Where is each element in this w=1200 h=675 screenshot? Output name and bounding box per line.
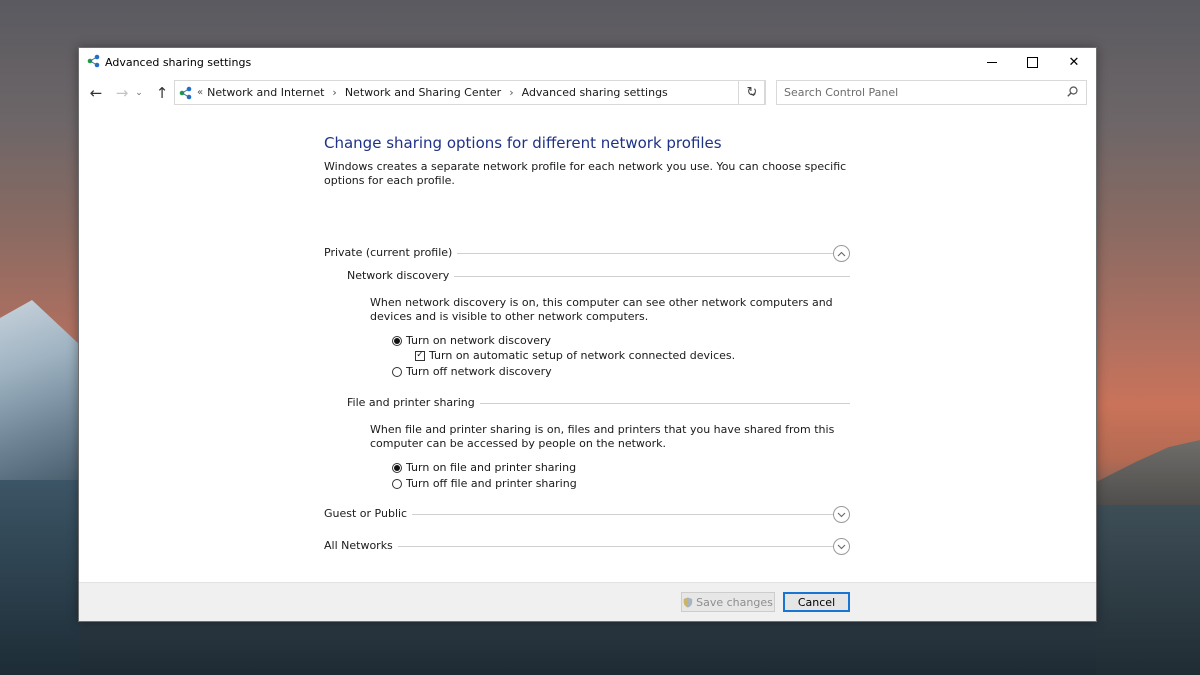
expand-guest-public-button[interactable] [833, 506, 850, 523]
breadcrumb-overflow-icon[interactable]: « [197, 87, 203, 98]
section-private-label[interactable]: Private (current profile) [324, 246, 458, 259]
radio-turn-off-network-discovery[interactable]: Turn off network discovery [392, 365, 552, 378]
refresh-button[interactable]: ↻ [738, 80, 766, 105]
section-divider [324, 546, 833, 547]
close-button[interactable]: ✕ [1054, 48, 1094, 76]
collapse-private-button[interactable] [833, 245, 850, 262]
radio-turn-on-network-discovery[interactable]: Turn on network discovery [392, 334, 551, 347]
wallpaper-water-left [0, 480, 80, 675]
up-button[interactable]: ↑ [152, 83, 172, 103]
cancel-label[interactable]: Cancel [798, 596, 835, 609]
back-button[interactable]: ← [86, 83, 106, 103]
radio-unselected-icon[interactable] [392, 478, 402, 489]
radio-label[interactable]: Turn off file and printer sharing [406, 477, 577, 490]
refresh-icon: ↻ [746, 85, 758, 100]
section-private[interactable]: Private (current profile) [324, 245, 854, 264]
arrow-right-icon: → [115, 84, 129, 102]
breadcrumb-advanced-sharing-settings[interactable]: Advanced sharing settings [522, 86, 668, 99]
address-bar[interactable]: « Network and Internet › Network and Sha… [174, 80, 765, 105]
search-input[interactable] [776, 80, 1087, 105]
arrow-left-icon: ← [89, 84, 103, 102]
radio-unselected-icon[interactable] [392, 366, 402, 377]
radio-turn-on-file-printer-sharing[interactable]: Turn on file and printer sharing [392, 461, 576, 474]
recent-locations-button[interactable]: ⌄ [133, 83, 145, 103]
expand-all-networks-button[interactable] [833, 538, 850, 555]
subsection-network-discovery: Network discovery [347, 269, 850, 285]
save-changes-label[interactable]: Save changes [696, 596, 773, 609]
section-all-networks[interactable]: All Networks [324, 538, 854, 557]
intro-text: Windows creates a separate network profi… [324, 160, 847, 187]
forward-button[interactable]: → [112, 83, 132, 103]
chevron-down-icon: ⌄ [135, 88, 143, 98]
chevron-up-icon [837, 251, 846, 256]
file-printer-sharing-description: When file and printer sharing is on, fil… [370, 423, 835, 450]
radio-label[interactable]: Turn on network discovery [406, 334, 551, 347]
file-printer-sharing-heading: File and printer sharing [347, 396, 480, 409]
radio-turn-off-file-printer-sharing[interactable]: Turn off file and printer sharing [392, 477, 577, 490]
chevron-down-icon [837, 512, 846, 517]
breadcrumb-separator-icon[interactable]: › [509, 86, 513, 99]
checkbox-label[interactable]: Turn on automatic setup of network conne… [429, 349, 735, 362]
cancel-button[interactable]: Cancel [783, 592, 850, 612]
wallpaper-water-right [1096, 505, 1200, 675]
checkbox-automatic-setup[interactable]: ✓ Turn on automatic setup of network con… [415, 349, 735, 362]
radio-selected-icon[interactable] [392, 335, 402, 346]
network-discovery-description: When network discovery is on, this compu… [370, 296, 833, 323]
maximize-icon [1026, 56, 1038, 68]
maximize-button[interactable] [1012, 48, 1052, 76]
save-changes-button[interactable]: Save changes [681, 592, 775, 612]
chevron-down-icon [837, 544, 846, 549]
breadcrumb-separator-icon[interactable]: › [332, 86, 336, 99]
breadcrumb-network-and-sharing-center[interactable]: Network and Sharing Center [345, 86, 501, 99]
title-bar[interactable]: Advanced sharing settings ✕ [79, 48, 1096, 76]
minimize-button[interactable] [972, 48, 1012, 76]
network-discovery-heading: Network discovery [347, 269, 455, 282]
radio-label[interactable]: Turn on file and printer sharing [406, 461, 576, 474]
network-sharing-icon [87, 54, 100, 68]
page-title: Change sharing options for different net… [324, 134, 722, 152]
subsection-file-printer-sharing: File and printer sharing [347, 396, 850, 412]
radio-selected-icon[interactable] [392, 462, 402, 473]
network-sharing-icon [179, 86, 192, 99]
section-all-networks-label[interactable]: All Networks [324, 539, 398, 552]
arrow-up-icon: ↑ [155, 84, 169, 102]
section-guest-public[interactable]: Guest or Public [324, 506, 854, 525]
wallpaper-hills-right [1096, 440, 1200, 510]
radio-label[interactable]: Turn off network discovery [406, 365, 552, 378]
uac-shield-icon [683, 597, 693, 607]
navigation-bar: ← → ⌄ ↑ « Network and Internet › Network… [79, 78, 1096, 108]
close-icon: ✕ [1068, 54, 1080, 70]
control-panel-window: Advanced sharing settings ✕ ← → ⌄ ↑ « Ne… [78, 47, 1097, 622]
wallpaper-mountain-left [0, 300, 80, 480]
breadcrumb-network-and-internet[interactable]: Network and Internet [207, 86, 324, 99]
search-icon[interactable] [1067, 86, 1078, 97]
minimize-icon [987, 61, 997, 63]
window-title: Advanced sharing settings [105, 56, 252, 69]
section-guest-public-label[interactable]: Guest or Public [324, 507, 413, 520]
dialog-footer: Save changes Cancel [79, 582, 1096, 621]
checkbox-checked-icon[interactable]: ✓ [415, 350, 425, 361]
